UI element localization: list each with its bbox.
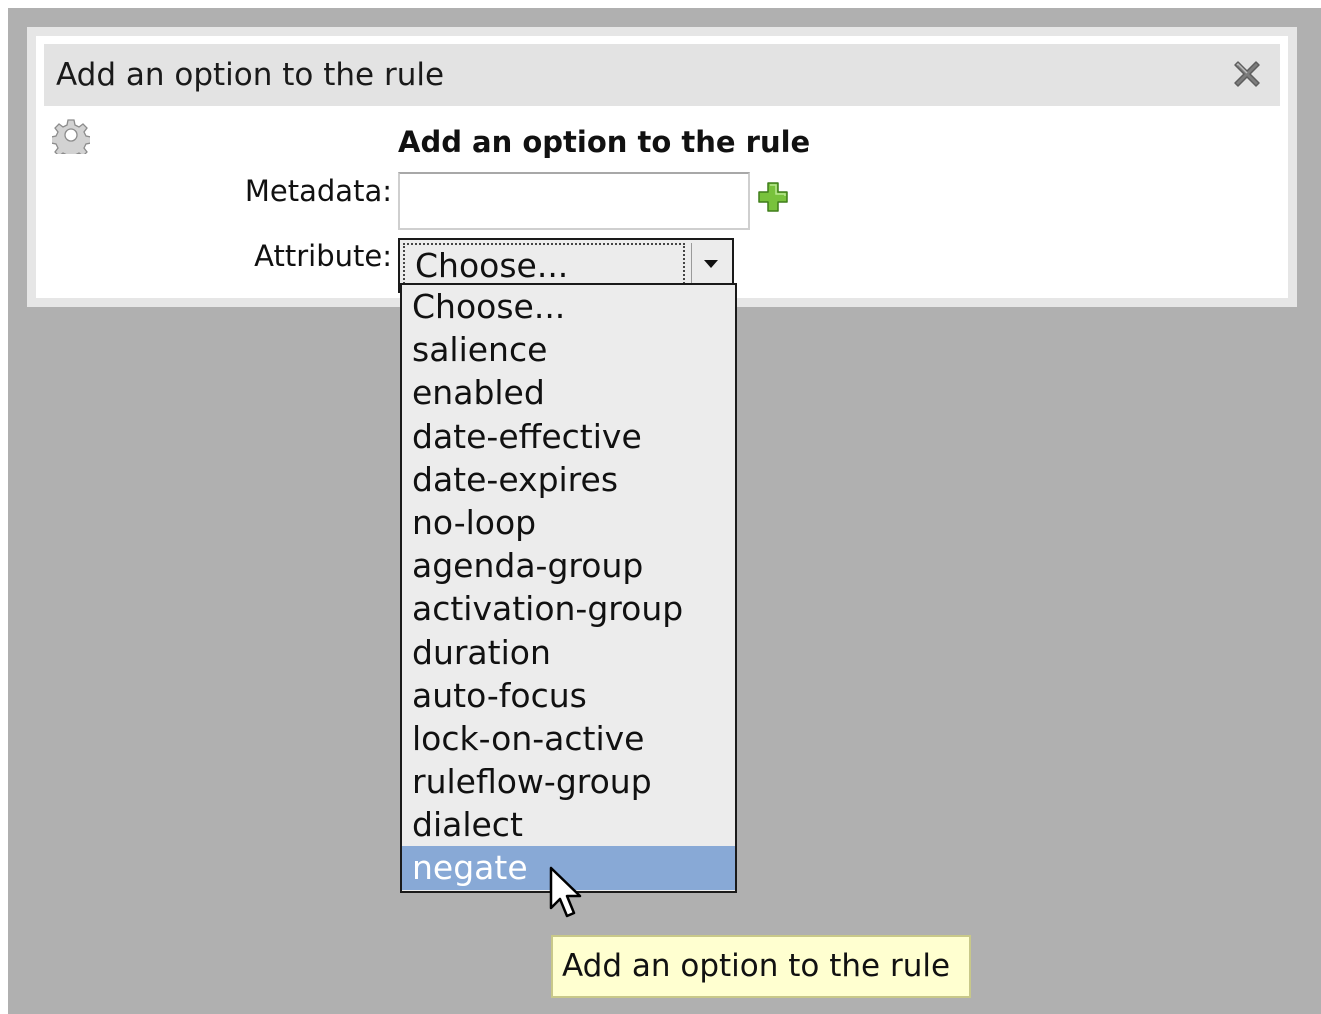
dialog-titlebar: Add an option to the rule: [44, 44, 1280, 106]
tooltip: Add an option to the rule: [551, 935, 971, 998]
add-option-dialog: Add an option to the rule Add an option …: [27, 27, 1297, 307]
option-activation-group[interactable]: activation-group: [402, 587, 735, 630]
metadata-label: Metadata:: [244, 174, 392, 208]
option-choose[interactable]: Choose...: [402, 285, 735, 328]
close-icon[interactable]: [1229, 56, 1265, 92]
metadata-input[interactable]: [398, 172, 750, 230]
option-agenda-group[interactable]: agenda-group: [402, 544, 735, 587]
option-date-effective[interactable]: date-effective: [402, 415, 735, 458]
attribute-select-value: Choose...: [403, 243, 685, 288]
option-dialect[interactable]: dialect: [402, 803, 735, 846]
option-salience[interactable]: salience: [402, 328, 735, 371]
option-duration[interactable]: duration: [402, 631, 735, 674]
add-icon[interactable]: [756, 180, 790, 214]
dropdown-arrow-button[interactable]: [691, 243, 729, 288]
attribute-dropdown-list[interactable]: Choose... salience enabled date-effectiv…: [400, 283, 737, 893]
gear-icon: [52, 119, 90, 154]
form-heading: Add an option to the rule: [398, 125, 811, 159]
option-auto-focus[interactable]: auto-focus: [402, 674, 735, 717]
option-date-expires[interactable]: date-expires: [402, 458, 735, 501]
dropdown-arrow-icon: [704, 260, 718, 268]
option-no-loop[interactable]: no-loop: [402, 501, 735, 544]
option-ruleflow-group[interactable]: ruleflow-group: [402, 760, 735, 803]
dialog-title: Add an option to the rule: [56, 57, 445, 93]
option-enabled[interactable]: enabled: [402, 371, 735, 414]
attribute-label: Attribute:: [254, 239, 392, 273]
option-lock-on-active[interactable]: lock-on-active: [402, 717, 735, 760]
option-negate[interactable]: negate: [402, 846, 735, 890]
